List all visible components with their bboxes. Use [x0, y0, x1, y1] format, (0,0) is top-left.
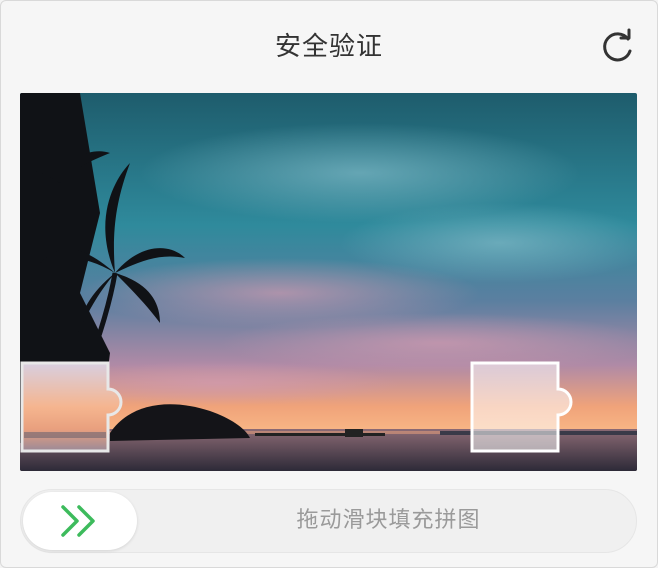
refresh-icon: [603, 28, 632, 62]
slider-handle[interactable]: [23, 492, 137, 550]
puzzle-piece[interactable]: [20, 360, 135, 455]
slider-hint: 拖动滑块填充拼图: [296, 508, 481, 533]
slider-track[interactable]: 拖动滑块填充拼图: [20, 489, 637, 553]
refresh-button[interactable]: [597, 27, 637, 67]
double-chevron-right-icon: [61, 505, 95, 537]
puzzle-image-area: [20, 93, 637, 471]
captcha-dialog: 安全验证 拖动滑块填充拼图: [0, 0, 658, 568]
dialog-title: 安全验证: [274, 32, 383, 62]
puzzle-target-slot: [470, 361, 573, 453]
